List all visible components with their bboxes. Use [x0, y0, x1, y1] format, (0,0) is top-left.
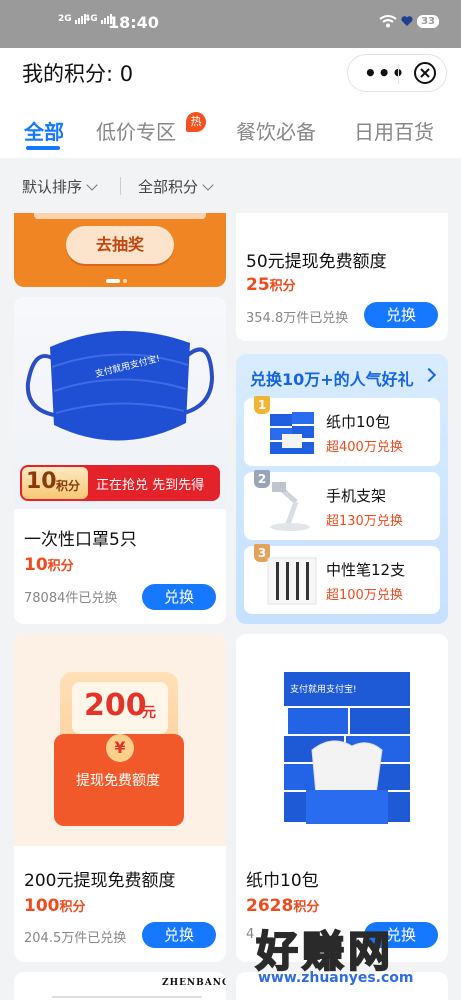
chevron-down-icon — [202, 179, 214, 191]
status-right: 33 — [379, 14, 439, 28]
signal-1: 2G — [58, 14, 87, 24]
strip-points-unit: 积分 — [56, 479, 81, 493]
page-title: 我的积分: 0 — [22, 62, 134, 86]
watermark-url: www.zhuanyes.com — [258, 970, 414, 986]
product-title: 纸巾10包 — [246, 871, 319, 891]
tab-dining[interactable]: 餐饮必备 — [236, 116, 316, 145]
popular-item[interactable]: 2 手机支架 超130万兑换 — [244, 470, 440, 540]
pens-icon — [267, 557, 317, 605]
lottery-banner[interactable]: 去抽奖 — [14, 213, 226, 287]
product-points: 100积分 — [24, 896, 86, 916]
points-value: 10 — [24, 555, 48, 575]
tissue-packs-image — [284, 672, 410, 824]
tab-daily-goods[interactable]: 日用百货 — [354, 116, 434, 145]
network-label-2: 4G — [84, 14, 98, 24]
sold-count: 204.5万件已兑换 — [24, 931, 127, 946]
product-points: 25积分 — [246, 275, 296, 295]
filter-bar: 默认排序 全部积分 — [0, 159, 461, 213]
popular-item[interactable]: 1 纸巾10包 超400万兑换 — [244, 396, 440, 466]
tab-low-price[interactable]: 低价专区 — [96, 116, 176, 145]
tissue-pack-icon — [270, 412, 314, 454]
product-title: 50元提现免费额度 — [246, 252, 387, 272]
points-filter-label: 全部积分 — [138, 178, 199, 196]
product-image: 支付就用支付宝! 10 积分 正在抢兑 先到先得 — [14, 297, 226, 509]
product-title: 200元提现免费额度 — [24, 871, 176, 891]
sort-label: 默认排序 — [22, 178, 83, 196]
points-unit: 积分 — [293, 900, 320, 915]
points-unit: 积分 — [269, 279, 296, 294]
points-value: 25 — [246, 275, 270, 295]
product-title: 一次性口罩5只 — [24, 530, 137, 550]
product-card-tissue[interactable]: 支付就用支付宝! 纸巾10包 2628积分 4 兑换 — [236, 634, 448, 962]
wifi-icon — [379, 15, 397, 28]
points-unit: 积分 — [59, 900, 86, 915]
points-value: 100 — [24, 896, 60, 916]
product-card-cash200[interactable]: 200 元 ¥ 提现免费额度 200元提现免费额度 100积分 204.5万件已… — [14, 634, 226, 962]
brand-label: ZHENBANG — [162, 978, 226, 988]
heart-icon — [401, 16, 413, 26]
carousel-dots — [106, 268, 130, 287]
sold-count: 354.8万件已兑换 — [246, 311, 349, 326]
points-unit: 积分 — [47, 559, 74, 574]
product-card-next[interactable]: ZHENBANG — [14, 972, 226, 1000]
popular-item-sub: 超400万兑换 — [326, 440, 403, 455]
product-points: 10积分 — [24, 555, 74, 575]
product-image: 200 元 ¥ 提现免费额度 — [14, 634, 226, 846]
popular-item-sub: 超130万兑换 — [326, 514, 403, 529]
popular-item[interactable]: 3 中性笔12支 超100万兑换 — [244, 544, 440, 614]
mask-image — [25, 330, 215, 441]
flash-sale-text: 正在抢兑 先到先得 — [96, 478, 205, 493]
voucher-amount: 200 — [84, 688, 147, 723]
close-icon[interactable] — [414, 62, 436, 84]
product-points: 2628积分 — [246, 896, 319, 916]
popular-item-name: 纸巾10包 — [326, 413, 391, 431]
status-bar: 2G 4G 18:40 33 — [0, 0, 461, 48]
watermark: 好赚网 www.zhuanyes.com — [255, 918, 446, 990]
hot-badge: 热 — [186, 112, 206, 132]
product-image: 支付就用支付宝! — [236, 634, 448, 846]
sort-dropdown[interactable]: 默认排序 — [22, 176, 98, 197]
lottery-button[interactable]: 去抽奖 — [66, 226, 174, 264]
phone-stand-icon — [270, 482, 310, 531]
redeem-button[interactable]: 兑换 — [364, 302, 438, 328]
clock: 18:40 — [108, 13, 159, 32]
chevron-right-icon[interactable] — [421, 367, 437, 383]
popular-item-name: 中性笔12支 — [326, 561, 406, 579]
carousel-dot — [123, 279, 127, 283]
category-tabs: 全部 低价专区 热 餐饮必备 日用百货 — [0, 102, 461, 261]
voucher-label: 提现免费额度 — [76, 773, 160, 789]
points-value: 2628 — [246, 896, 294, 916]
tissue-print-text: 支付就用支付宝! — [290, 685, 357, 695]
points-filter-dropdown[interactable]: 全部积分 — [138, 176, 214, 197]
tab-underline — [26, 146, 60, 150]
voucher-card: 200 元 — [72, 682, 168, 734]
filter-divider — [120, 177, 121, 195]
chevron-down-icon — [86, 179, 98, 191]
more-icon[interactable]: ••• — [364, 63, 405, 83]
mini-program-capsule: ••• — [347, 54, 447, 92]
sold-count: 78084件已兑换 — [24, 591, 118, 606]
image-edge — [52, 996, 202, 998]
strip-points-box: 10 积分 — [22, 467, 88, 499]
strip-points-value: 10 — [26, 469, 57, 494]
carousel-dot-active — [106, 279, 120, 283]
popular-gifts-panel[interactable]: 兑换10万+的人气好礼 1 纸巾10包 超400万兑换 2 手机支架 超130万… — [236, 354, 448, 624]
redeem-button[interactable]: 兑换 — [142, 922, 216, 948]
popular-item-sub: 超100万兑换 — [326, 588, 403, 603]
network-label-1: 2G — [58, 14, 72, 24]
voucher-unit: 元 — [142, 705, 156, 721]
flash-sale-strip: 10 积分 正在抢兑 先到先得 — [20, 465, 220, 501]
popular-item-name: 手机支架 — [326, 487, 387, 505]
yuan-coin-icon: ¥ — [106, 734, 134, 762]
battery-icon: 33 — [417, 14, 439, 28]
product-card-mask[interactable]: 支付就用支付宝! 10 积分 正在抢兑 先到先得 一次性口罩5只 10积分 78… — [14, 297, 226, 624]
capsule-divider — [398, 64, 399, 84]
banner-text-remnant — [34, 213, 206, 219]
popular-title: 兑换10万+的人气好礼 — [250, 370, 414, 389]
redeem-button[interactable]: 兑换 — [142, 584, 216, 610]
sold-count: 4 — [246, 927, 255, 942]
product-card-cash50[interactable]: 50元提现免费额度 25积分 354.8万件已兑换 兑换 — [236, 213, 448, 341]
header: 我的积分: 0 ••• — [0, 48, 461, 102]
tab-all[interactable]: 全部 — [24, 116, 64, 145]
